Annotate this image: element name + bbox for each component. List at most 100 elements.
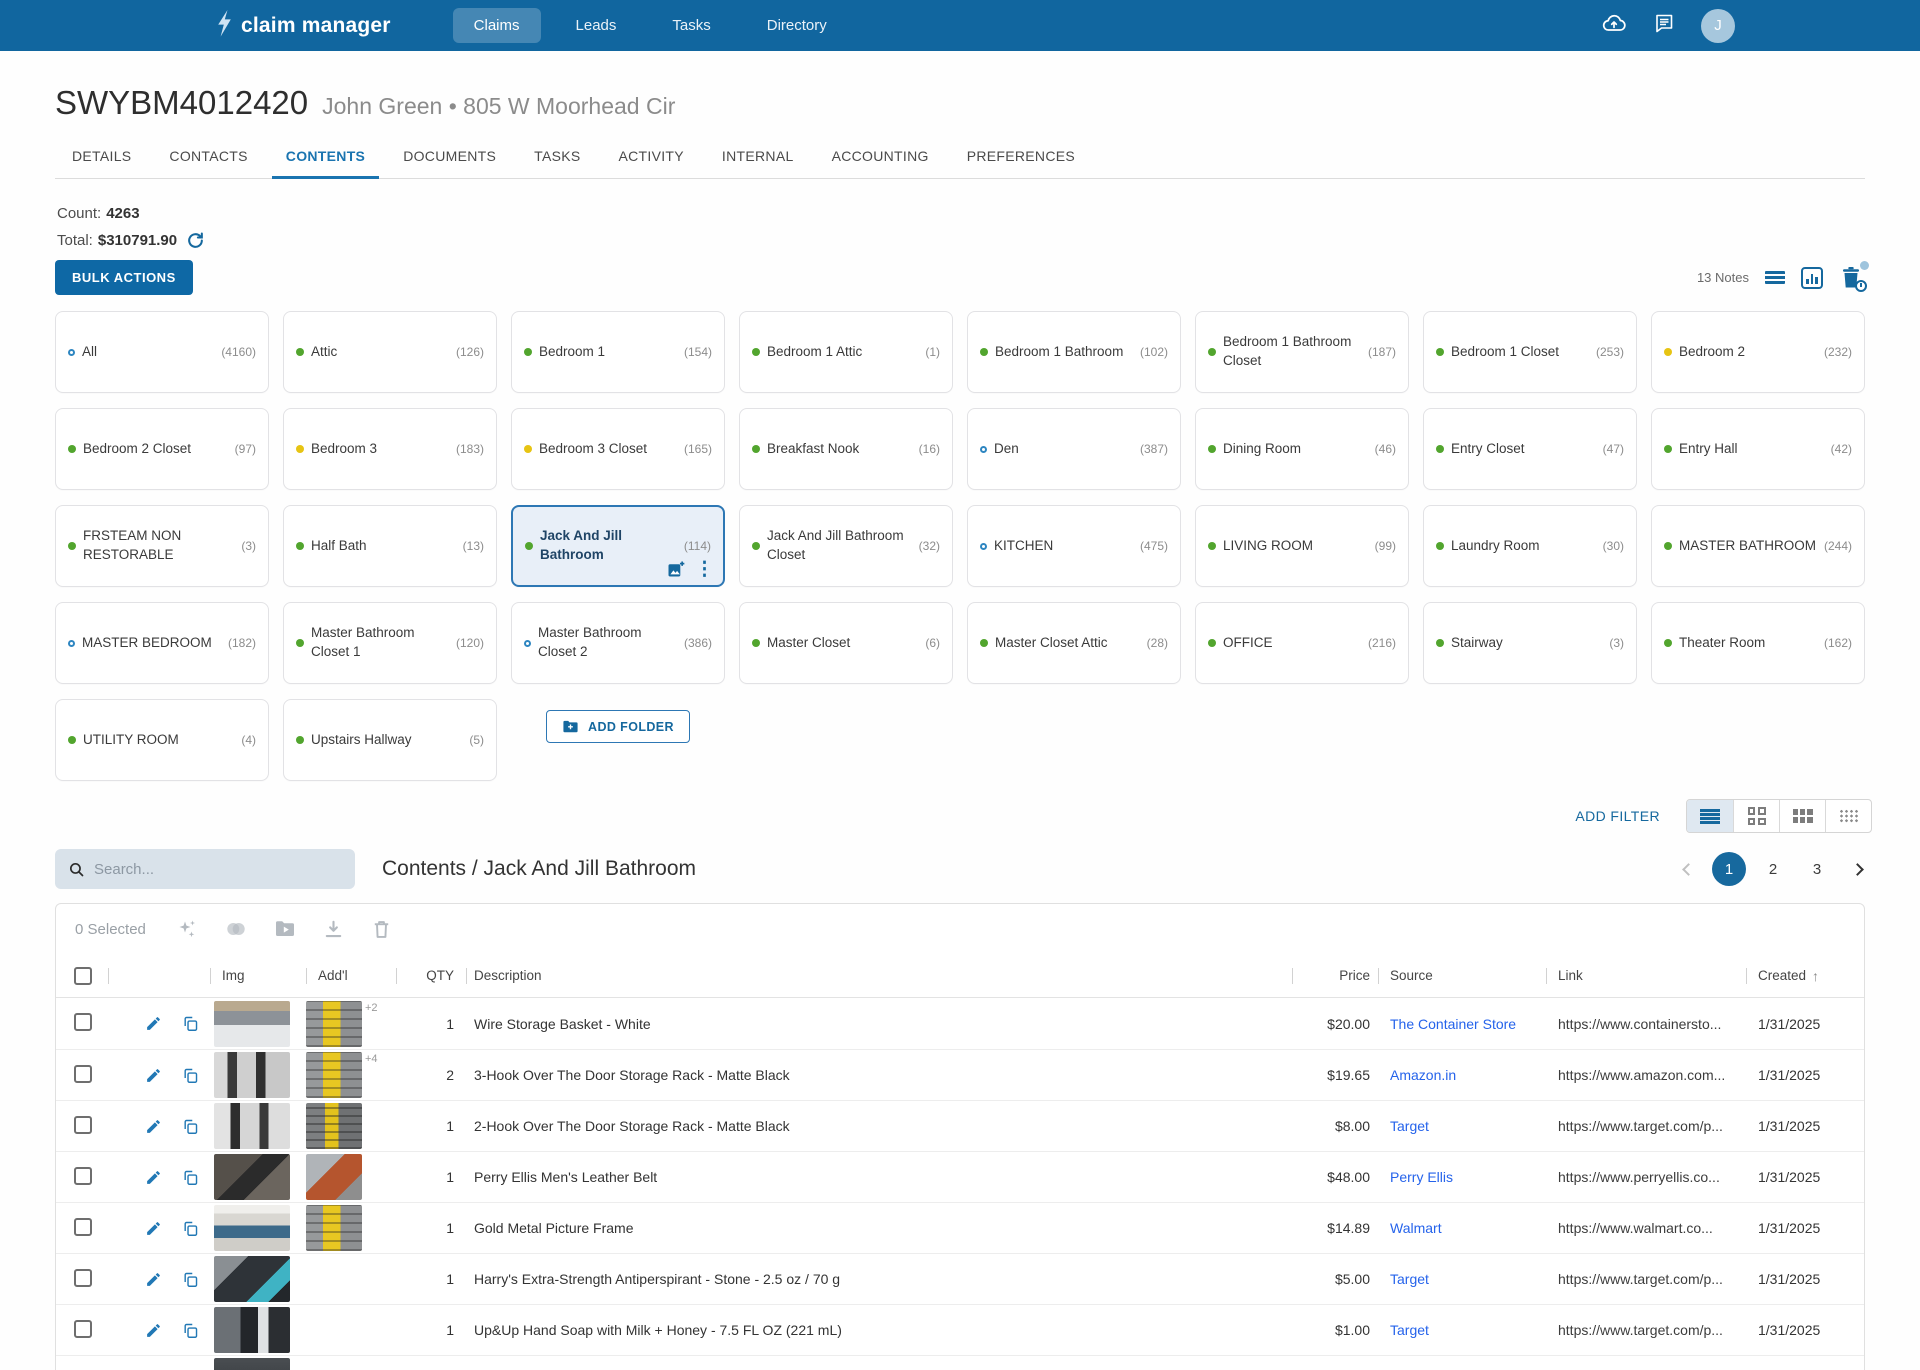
next-page-button[interactable]: [1853, 865, 1862, 874]
folder-card[interactable]: Breakfast Nook (16) ⋮: [739, 408, 953, 490]
folder-card[interactable]: KITCHEN (475) ⋮: [967, 505, 1181, 587]
edit-icon[interactable]: [136, 1118, 170, 1135]
item-description[interactable]: 2-Hook Over The Door Storage Rack - Matt…: [466, 1118, 1292, 1134]
folder-card[interactable]: Laundry Room (30) ⋮: [1423, 505, 1637, 587]
tab-preferences[interactable]: PREFERENCES: [967, 144, 1075, 168]
item-description[interactable]: Wire Storage Basket - White: [466, 1016, 1292, 1032]
edit-icon[interactable]: [136, 1220, 170, 1237]
page-3[interactable]: 3: [1800, 852, 1834, 886]
edit-icon[interactable]: [136, 1322, 170, 1339]
item-url[interactable]: https://www.walmart.co...: [1546, 1220, 1746, 1236]
folder-card[interactable]: Master Closet (6) ⋮: [739, 602, 953, 684]
folder-card[interactable]: FRSTEAM NON RESTORABLE (3) ⋮: [55, 505, 269, 587]
folder-card[interactable]: Entry Hall (42) ⋮: [1651, 408, 1865, 490]
tab-contents[interactable]: CONTENTS: [286, 144, 365, 168]
edit-icon[interactable]: [136, 1067, 170, 1084]
column-header-price[interactable]: Price: [1292, 954, 1378, 997]
bulk-actions-button[interactable]: BULK ACTIONS: [55, 260, 193, 295]
column-header-qty[interactable]: QTY: [396, 954, 466, 997]
messages-icon[interactable]: [1652, 11, 1676, 40]
nav-item-tasks[interactable]: Tasks: [651, 8, 731, 43]
notes-list-icon[interactable]: [1765, 271, 1785, 284]
row-checkbox[interactable]: [74, 1218, 92, 1236]
item-photo[interactable]: [214, 1205, 290, 1251]
tab-accounting[interactable]: ACCOUNTING: [832, 144, 929, 168]
folder-card[interactable]: MASTER BEDROOM (182) ⋮: [55, 602, 269, 684]
move-to-folder-icon[interactable]: [273, 917, 297, 941]
folder-card[interactable]: UTILITY ROOM (4) ⋮: [55, 699, 269, 781]
folder-card[interactable]: Bedroom 1 (154) ⋮: [511, 311, 725, 393]
item-description[interactable]: 3-Hook Over The Door Storage Rack - Matt…: [466, 1067, 1292, 1083]
folder-card[interactable]: Den (387) ⋮: [967, 408, 1181, 490]
folder-card[interactable]: Master Closet Attic (28) ⋮: [967, 602, 1181, 684]
item-photo[interactable]: [214, 1256, 290, 1302]
edit-icon[interactable]: [136, 1169, 170, 1186]
tab-contacts[interactable]: CONTACTS: [169, 144, 247, 168]
dot-grid-view-button[interactable]: [1825, 800, 1871, 832]
item-photo[interactable]: [214, 1358, 290, 1370]
brand[interactable]: claim manager: [215, 10, 391, 42]
edit-icon[interactable]: [136, 1015, 170, 1032]
tab-details[interactable]: DETAILS: [72, 144, 131, 168]
row-checkbox[interactable]: [74, 1269, 92, 1287]
item-photo[interactable]: [214, 1052, 290, 1098]
search-input[interactable]: [94, 861, 342, 878]
item-url[interactable]: https://www.target.com/p...: [1546, 1118, 1746, 1134]
duplicate-icon[interactable]: [170, 1322, 210, 1339]
item-source-link[interactable]: The Container Store: [1378, 1016, 1546, 1032]
nav-item-claims[interactable]: Claims: [453, 8, 541, 43]
column-header-description[interactable]: Description: [466, 954, 1292, 997]
item-url[interactable]: https://www.target.com/p...: [1546, 1322, 1746, 1338]
item-photo[interactable]: [214, 1154, 290, 1200]
row-checkbox[interactable]: [74, 1320, 92, 1338]
additional-photo[interactable]: [306, 1103, 362, 1149]
merge-icon[interactable]: [224, 917, 248, 941]
column-header-link[interactable]: Link: [1546, 954, 1746, 997]
duplicate-icon[interactable]: [170, 1118, 210, 1135]
folder-card[interactable]: Theater Room (162) ⋮: [1651, 602, 1865, 684]
item-url[interactable]: https://www.containersto...: [1546, 1016, 1746, 1032]
nav-item-leads[interactable]: Leads: [555, 8, 638, 43]
page-2[interactable]: 2: [1756, 852, 1790, 886]
list-view-button[interactable]: [1687, 800, 1733, 832]
folder-card[interactable]: Bedroom 2 (232) ⋮: [1651, 311, 1865, 393]
column-header-addl[interactable]: Add'l: [306, 954, 396, 997]
additional-photo[interactable]: [306, 1205, 362, 1251]
item-description[interactable]: Gold Metal Picture Frame: [466, 1220, 1292, 1236]
item-description[interactable]: Up&Up Hand Soap with Milk + Honey - 7.5 …: [466, 1322, 1292, 1338]
folder-card[interactable]: OFFICE (216) ⋮: [1195, 602, 1409, 684]
download-icon[interactable]: [322, 918, 345, 941]
avatar[interactable]: J: [1701, 9, 1735, 43]
scheduled-delete-icon[interactable]: [1839, 265, 1865, 291]
tab-internal[interactable]: INTERNAL: [722, 144, 794, 168]
cloud-upload-icon[interactable]: [1601, 10, 1627, 41]
item-source-link[interactable]: Target: [1378, 1271, 1546, 1287]
folder-card[interactable]: All (4160) ⋮: [55, 311, 269, 393]
folder-card[interactable]: Jack And Jill Bathroom (114) ⋮: [511, 505, 725, 587]
item-description[interactable]: Perry Ellis Men's Leather Belt: [466, 1169, 1292, 1185]
refresh-icon[interactable]: [186, 231, 205, 250]
nav-item-directory[interactable]: Directory: [746, 8, 848, 43]
image-add-icon[interactable]: [665, 559, 686, 580]
folder-card[interactable]: Bedroom 3 Closet (165) ⋮: [511, 408, 725, 490]
item-source-link[interactable]: Target: [1378, 1118, 1546, 1134]
grid-view-button[interactable]: [1733, 800, 1779, 832]
column-header-img[interactable]: Img: [210, 954, 306, 997]
tab-tasks[interactable]: TASKS: [534, 144, 580, 168]
folder-card[interactable]: Bedroom 3 (183) ⋮: [283, 408, 497, 490]
select-all-checkbox[interactable]: [74, 967, 92, 985]
item-url[interactable]: https://www.amazon.com...: [1546, 1067, 1746, 1083]
duplicate-icon[interactable]: [170, 1067, 210, 1084]
item-photo[interactable]: [214, 1307, 290, 1353]
edit-icon[interactable]: [136, 1271, 170, 1288]
page-1[interactable]: 1: [1712, 852, 1746, 886]
folder-card[interactable]: Bedroom 1 Closet (253) ⋮: [1423, 311, 1637, 393]
folder-card[interactable]: Bedroom 2 Closet (97) ⋮: [55, 408, 269, 490]
row-checkbox[interactable]: [74, 1116, 92, 1134]
item-source-link[interactable]: Amazon.in: [1378, 1067, 1546, 1083]
folder-card[interactable]: LIVING ROOM (99) ⋮: [1195, 505, 1409, 587]
ai-sparkles-icon[interactable]: [175, 917, 199, 941]
report-chart-icon[interactable]: [1801, 267, 1823, 289]
item-source-link[interactable]: Walmart: [1378, 1220, 1546, 1236]
row-checkbox[interactable]: [74, 1167, 92, 1185]
